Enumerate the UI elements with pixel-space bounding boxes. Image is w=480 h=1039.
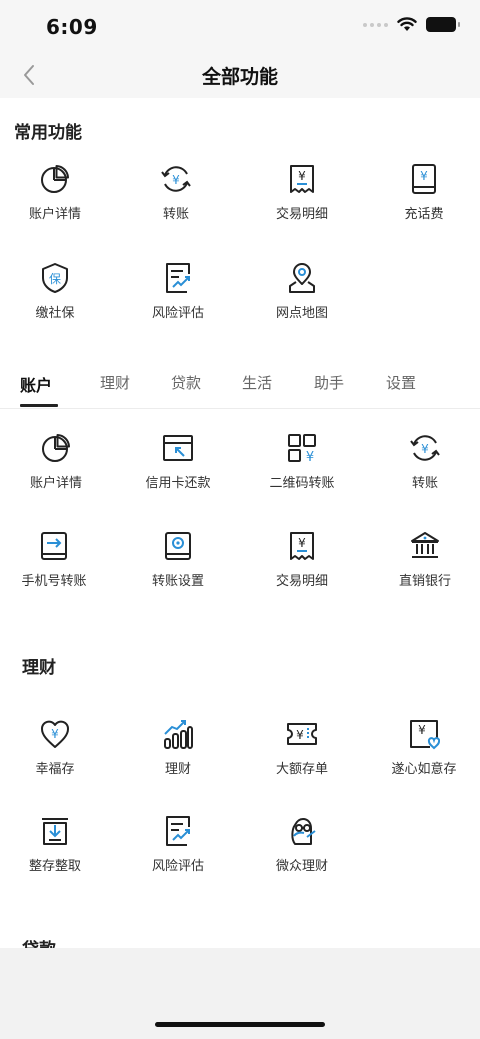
bank-icon: [409, 530, 441, 562]
wealth-item-wealth[interactable]: 理财: [118, 718, 238, 798]
tab-loan[interactable]: 贷款: [171, 372, 201, 393]
category-tabs: 账户 理财 贷款 生活 助手 设置: [0, 364, 480, 409]
svg-text:¥: ¥: [172, 173, 180, 187]
item-label: 微众理财: [275, 859, 328, 874]
svg-text:¥: ¥: [296, 728, 304, 742]
item-label: 幸福存: [35, 762, 75, 777]
account-item-credit-card-repay[interactable]: 信用卡还款: [118, 432, 238, 512]
item-label: 交易明细: [275, 574, 328, 589]
item-label: 整存整取: [28, 859, 81, 874]
account-item-direct-bank[interactable]: 直销银行: [365, 530, 480, 610]
svg-text:¥: ¥: [418, 723, 426, 737]
credit-card-repay-icon: [162, 432, 194, 464]
signal-icon: [363, 22, 388, 27]
wealth-item-happiness-deposit[interactable]: ¥ 幸福存: [0, 718, 115, 798]
common-item-transfer[interactable]: ¥ 转账: [116, 163, 236, 243]
phone-transfer-icon: [38, 530, 70, 562]
tab-indicator: [20, 404, 58, 407]
item-label: 缴社保: [35, 306, 75, 321]
item-label: 网点地图: [275, 306, 328, 321]
account-item-phone-transfer[interactable]: 手机号转账: [0, 530, 114, 610]
status-bar: 6:09: [0, 0, 480, 52]
item-label: 信用卡还款: [145, 476, 211, 491]
tab-life[interactable]: 生活: [242, 372, 272, 393]
item-label: 账户详情: [28, 207, 81, 222]
section-title-loan: 贷款: [22, 935, 56, 948]
svg-text:¥: ¥: [421, 442, 429, 456]
svg-text:¥: ¥: [420, 169, 428, 183]
home-indicator[interactable]: [155, 1022, 325, 1027]
transfer-yuan-icon: ¥: [409, 432, 441, 464]
battery-icon: [426, 17, 460, 32]
account-item-qr-transfer[interactable]: ¥ 二维码转账: [242, 432, 362, 512]
item-label: 二维码转账: [269, 476, 335, 491]
wealth-item-large-cd[interactable]: ¥ 大额存单: [242, 718, 362, 798]
item-label: 充话费: [404, 207, 444, 222]
home-indicator-area: [0, 948, 480, 1039]
bar-chart-icon: [162, 718, 194, 750]
item-label: 风险评估: [151, 859, 204, 874]
tab-assistant[interactable]: 助手: [314, 372, 344, 393]
wealth-item-risk-assessment[interactable]: 风险评估: [118, 815, 238, 895]
yuan-heart-card-icon: ¥: [408, 718, 440, 750]
heart-yuan-icon: ¥: [39, 718, 71, 750]
item-label: 转账: [162, 207, 189, 222]
tab-wealth[interactable]: 理财: [100, 372, 130, 393]
deposit-box-icon: [39, 815, 71, 847]
qr-code-icon: ¥: [286, 432, 318, 464]
receipt-icon: ¥: [286, 530, 318, 562]
section-title-common: 常用功能: [14, 123, 82, 143]
item-label: 转账: [411, 476, 438, 491]
pie-chart-icon: [40, 432, 72, 464]
risk-chart-icon: [162, 815, 194, 847]
receipt-icon: ¥: [286, 163, 318, 195]
wealth-item-lump-sum[interactable]: 整存整取: [0, 815, 115, 895]
mascot-icon: [286, 815, 318, 847]
wealth-item-webank-wealth[interactable]: 微众理财: [242, 815, 362, 895]
nav-bar: 全部功能: [0, 52, 480, 98]
svg-text:¥: ¥: [298, 536, 306, 550]
pie-chart-icon: [39, 163, 71, 195]
page-title: 全部功能: [201, 66, 278, 88]
tab-account[interactable]: 账户: [20, 372, 52, 396]
item-label: 手机号转账: [21, 574, 87, 589]
common-item-phone-topup[interactable]: ¥ 充话费: [364, 163, 480, 243]
item-label: 直销银行: [398, 574, 451, 589]
svg-text:¥: ¥: [306, 450, 314, 464]
account-item-transactions[interactable]: ¥ 交易明细: [242, 530, 362, 610]
status-time: 6:09: [46, 15, 98, 39]
content[interactable]: 常用功能 账户详情 ¥ 转账 ¥ 交易明细 ¥ 充话费 保 缴社保 风险评估 网…: [0, 98, 480, 948]
account-item-transfer-settings[interactable]: 转账设置: [118, 530, 238, 610]
map-pin-icon: [286, 262, 318, 294]
item-label: 风险评估: [151, 306, 204, 321]
item-label: 账户详情: [29, 476, 82, 491]
transfer-yuan-icon: ¥: [160, 163, 192, 195]
section-title-wealth: 理财: [22, 658, 56, 678]
common-item-transactions[interactable]: ¥ 交易明细: [242, 163, 362, 243]
common-item-risk-assessment[interactable]: 风险评估: [118, 262, 238, 342]
account-item-account-details[interactable]: 账户详情: [0, 432, 116, 512]
svg-text:保: 保: [49, 272, 61, 286]
item-label: 理财: [164, 762, 191, 777]
common-item-branch-map[interactable]: 网点地图: [242, 262, 362, 342]
item-label: 转账设置: [151, 574, 204, 589]
item-label: 遂心如意存: [391, 762, 457, 777]
tab-settings[interactable]: 设置: [386, 372, 416, 393]
status-icons: [363, 17, 460, 32]
transfer-settings-icon: [162, 530, 194, 562]
wealth-item-ruyi-deposit[interactable]: ¥ 遂心如意存: [364, 718, 480, 798]
common-item-account-details[interactable]: 账户详情: [0, 163, 115, 243]
account-item-transfer[interactable]: ¥ 转账: [365, 432, 480, 512]
wifi-icon: [397, 17, 417, 31]
svg-text:¥: ¥: [51, 727, 59, 741]
item-label: 大额存单: [275, 762, 328, 777]
risk-chart-icon: [162, 262, 194, 294]
common-item-social-security[interactable]: 保 缴社保: [0, 262, 115, 342]
shield-bao-icon: 保: [39, 262, 71, 294]
phone-topup-icon: ¥: [408, 163, 440, 195]
ticket-yuan-icon: ¥: [286, 718, 318, 750]
item-label: 交易明细: [275, 207, 328, 222]
svg-text:¥: ¥: [298, 169, 306, 183]
